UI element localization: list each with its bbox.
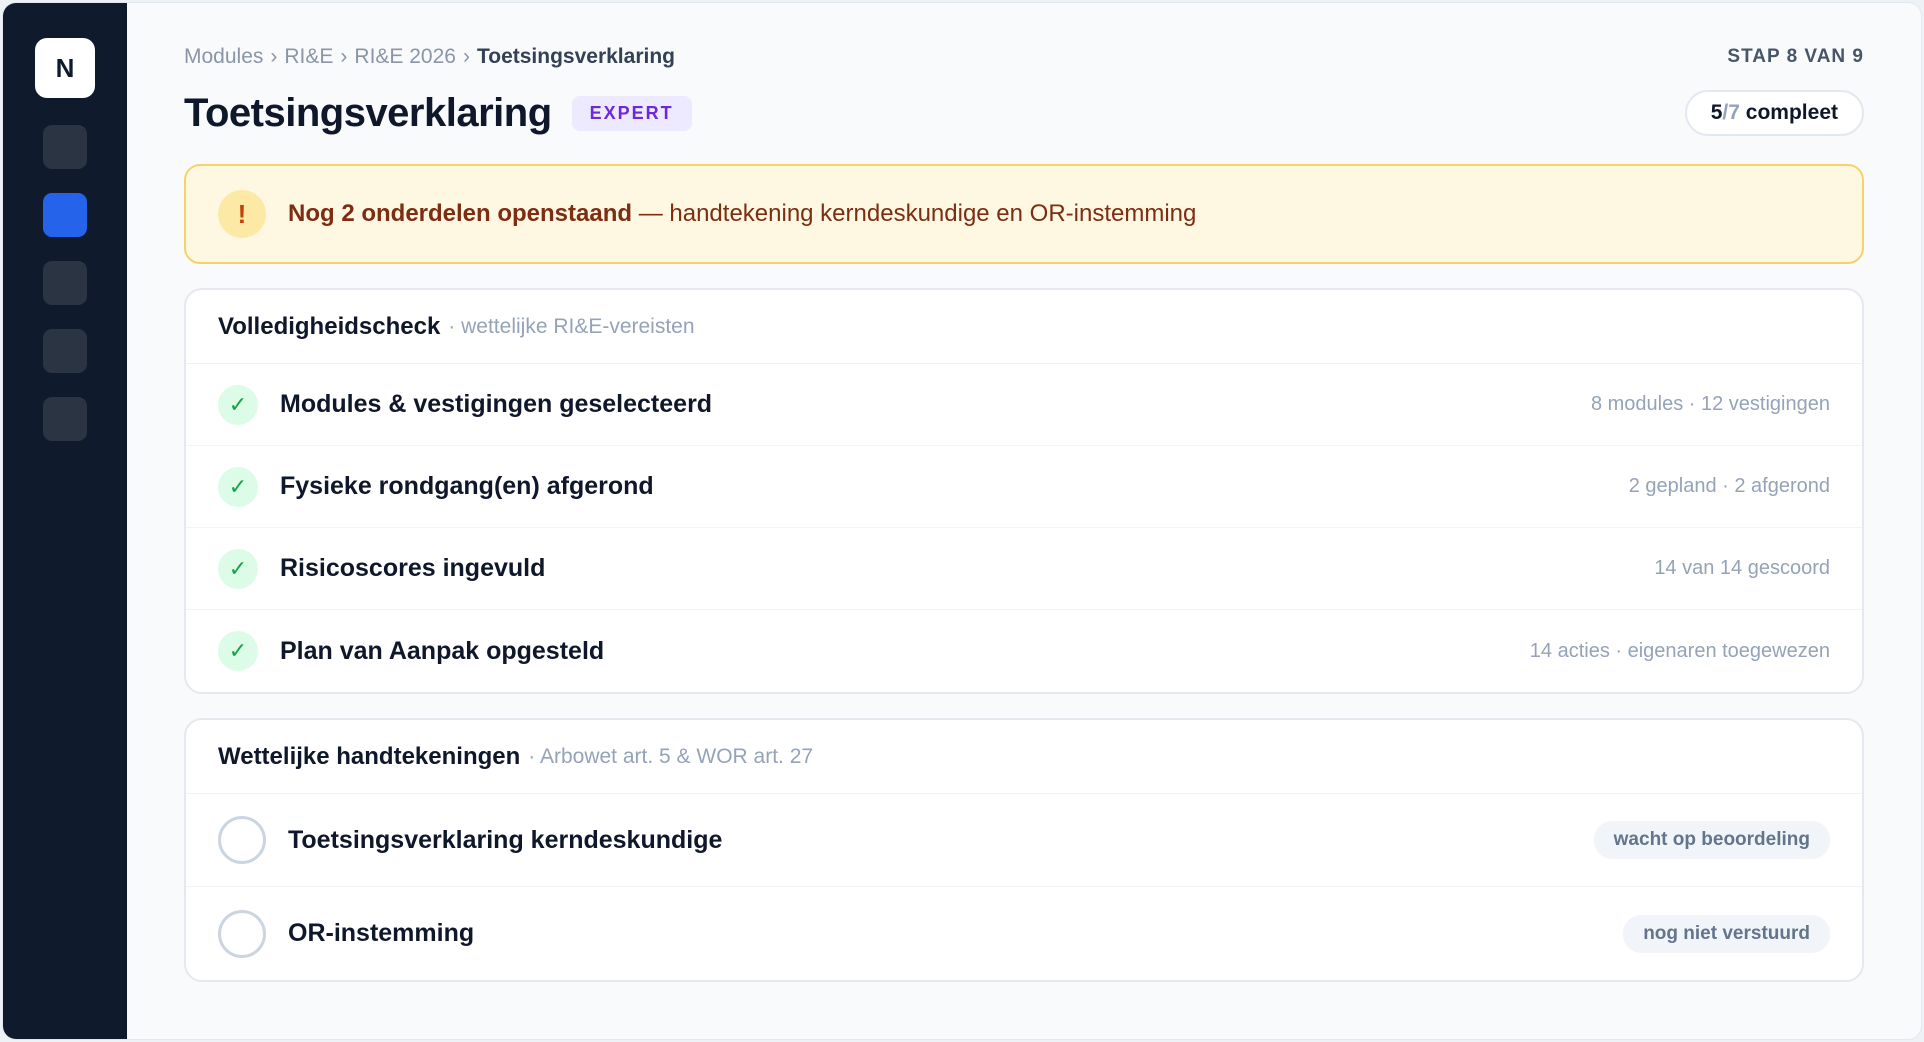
check-icon: ✓ xyxy=(218,548,258,589)
completion-pill: 5/7 compleet xyxy=(1684,90,1864,136)
check-row: ✓ Plan van Aanpak opgesteld 14 acties · … xyxy=(186,610,1862,692)
app-logo[interactable]: N xyxy=(35,38,95,98)
signature-radio[interactable] xyxy=(218,909,266,958)
expert-badge: EXPERT xyxy=(571,95,692,131)
breadcrumb-separator: › xyxy=(462,45,470,68)
completeness-card: Volledigheidscheck · wettelijke RI&E-ver… xyxy=(184,288,1864,694)
nav-item-1[interactable] xyxy=(43,125,87,169)
breadcrumb-current: Toetsingsverklaring xyxy=(476,45,675,68)
row-meta: 14 van 14 gescoord xyxy=(1654,557,1830,579)
nav-item-3[interactable] xyxy=(43,261,87,305)
row-label: OR-instemming xyxy=(288,919,475,947)
check-icon: ✓ xyxy=(218,466,258,507)
row-meta: 14 acties · eigenaren toegewezen xyxy=(1529,639,1830,662)
breadcrumb: Modules › RI&E › RI&E 2026 › Toetsingsve… xyxy=(184,45,675,69)
warning-icon: ! xyxy=(218,190,266,238)
signature-row[interactable]: Toetsingsverklaring kerndeskundige wacht… xyxy=(186,794,1862,887)
row-left: ✓ Modules & vestigingen geselecteerd xyxy=(218,384,713,425)
row-meta: 8 modules · 12 vestigingen xyxy=(1590,393,1830,415)
nav-item-2[interactable] xyxy=(43,193,87,237)
warning-text: Nog 2 onderdelen openstaand — handtekeni… xyxy=(288,200,1196,228)
breadcrumb-rie-2026[interactable]: RI&E 2026 xyxy=(354,45,456,69)
signatures-card: Wettelijke handtekeningen · Arbowet art.… xyxy=(184,718,1864,982)
row-label: Plan van Aanpak opgesteld xyxy=(280,636,605,665)
sidebar: N xyxy=(3,3,127,1039)
breadcrumb-separator: › xyxy=(270,45,278,68)
completion-label: compleet xyxy=(1745,101,1838,124)
row-label: Toetsingsverklaring kerndeskundige xyxy=(288,825,723,854)
row-left: ✓ Risicoscores ingevuld xyxy=(218,548,546,589)
signatures-header: Wettelijke handtekeningen · Arbowet art.… xyxy=(186,720,1862,794)
title-group: Toetsingsverklaring EXPERT xyxy=(184,91,692,136)
row-left: ✓ Fysieke rondgang(en) afgerond xyxy=(218,466,654,507)
signature-row[interactable]: OR-instemming nog niet verstuurd xyxy=(186,887,1862,980)
top-line: Modules › RI&E › RI&E 2026 › Toetsingsve… xyxy=(184,43,1864,71)
main-content: Modules › RI&E › RI&E 2026 › Toetsingsve… xyxy=(127,3,1921,1039)
step-indicator: STAP 8 VAN 9 xyxy=(1727,46,1864,67)
check-row: ✓ Modules & vestigingen geselecteerd 8 m… xyxy=(186,364,1862,446)
row-left: ✓ Plan van Aanpak opgesteld xyxy=(218,631,604,671)
check-icon: ✓ xyxy=(218,631,258,671)
title-line: Toetsingsverklaring EXPERT 5/7 compleet xyxy=(184,89,1864,137)
breadcrumb-rie[interactable]: RI&E xyxy=(284,45,333,69)
completeness-title: Volledigheidscheck xyxy=(218,312,441,340)
signature-radio[interactable] xyxy=(218,816,266,864)
row-label: Fysieke rondgang(en) afgerond xyxy=(280,472,654,500)
check-row: ✓ Risicoscores ingevuld 14 van 14 gescoo… xyxy=(186,528,1862,610)
warning-rest: — handtekening kerndeskundige en OR-inst… xyxy=(632,200,1197,227)
check-row: ✓ Fysieke rondgang(en) afgerond 2 geplan… xyxy=(186,446,1862,528)
completion-done: 5 xyxy=(1710,101,1723,124)
row-meta: 2 gepland · 2 afgerond xyxy=(1628,475,1830,497)
completion-total: 7 xyxy=(1728,101,1740,124)
nav-item-4[interactable] xyxy=(43,329,87,373)
warning-banner: ! Nog 2 onderdelen openstaand — handteke… xyxy=(184,164,1864,264)
nav-item-5[interactable] xyxy=(43,397,87,441)
warning-strong: Nog 2 onderdelen openstaand xyxy=(288,200,633,227)
breadcrumb-modules[interactable]: Modules xyxy=(184,45,263,69)
completeness-subtitle: · wettelijke RI&E-vereisten xyxy=(448,314,695,338)
row-label: Modules & vestigingen geselecteerd xyxy=(280,390,713,418)
completeness-header: Volledigheidscheck · wettelijke RI&E-ver… xyxy=(186,290,1862,364)
row-left: Toetsingsverklaring kerndeskundige xyxy=(218,816,722,864)
check-icon: ✓ xyxy=(218,384,258,425)
page-title: Toetsingsverklaring xyxy=(184,90,552,135)
app-window: N Modules › RI&E › RI&E 2026 › Toetsings… xyxy=(2,2,1922,1040)
signatures-title: Wettelijke handtekeningen xyxy=(218,742,521,770)
row-left: OR-instemming xyxy=(218,909,475,958)
signatures-subtitle: · Arbowet art. 5 & WOR art. 27 xyxy=(528,744,814,768)
status-badge: nog niet verstuurd xyxy=(1623,914,1830,953)
status-badge: wacht op beoordeling xyxy=(1593,821,1830,859)
row-label: Risicoscores ingevuld xyxy=(280,554,546,582)
breadcrumb-separator: › xyxy=(340,45,348,68)
